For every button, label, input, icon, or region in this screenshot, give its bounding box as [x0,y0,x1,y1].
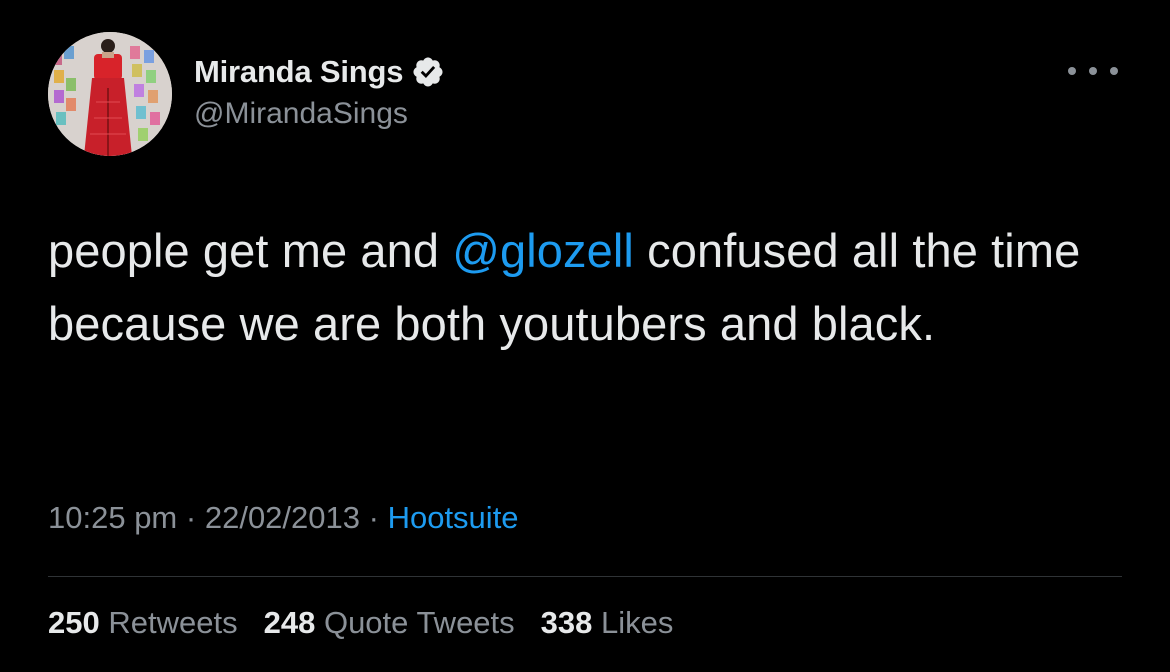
tweet-meta: 10:25 pm · 22/02/2013 · Hootsuite [48,500,519,536]
more-horizontal-icon[interactable] [1068,56,1118,86]
meta-separator: · [368,500,379,535]
retweets-stat[interactable]: 250 Retweets [48,605,238,641]
likes-stat[interactable]: 338 Likes [541,605,674,641]
likes-count: 338 [540,605,593,640]
retweets-count: 250 [48,605,100,640]
quote-tweets-stat[interactable]: 248 Quote Tweets [264,605,515,641]
meta-separator: · [185,500,197,535]
quote-tweets-label: Quote Tweets [323,605,515,640]
likes-label: Likes [601,605,674,640]
tweet-card: Miranda Sings @MirandaSings people get m… [0,0,1170,672]
mention-link[interactable]: @glozell [452,224,634,277]
avatar[interactable] [48,32,172,156]
verified-badge-icon [413,57,443,87]
display-name[interactable]: Miranda Sings [194,54,403,90]
tweet-stats: 250 Retweets 248 Quote Tweets 338 Likes [48,605,699,641]
more-dot [1068,67,1076,75]
tweet-text-before: people get me and [48,224,453,277]
avatar-image [48,32,172,156]
divider [48,576,1122,577]
retweets-label: Retweets [108,605,238,640]
tweet-source-link[interactable]: Hootsuite [388,500,519,535]
more-dot [1089,67,1097,75]
more-dot [1110,67,1118,75]
quote-tweets-count: 248 [263,605,316,640]
tweet-date[interactable]: 22/02/2013 [205,500,360,535]
tweet-time[interactable]: 10:25 pm [48,500,177,535]
author-name-row: Miranda Sings [194,52,445,92]
tweet-text: people get me and @glozell confused all … [48,214,1128,360]
author-handle[interactable]: @MirandaSings [194,97,408,131]
